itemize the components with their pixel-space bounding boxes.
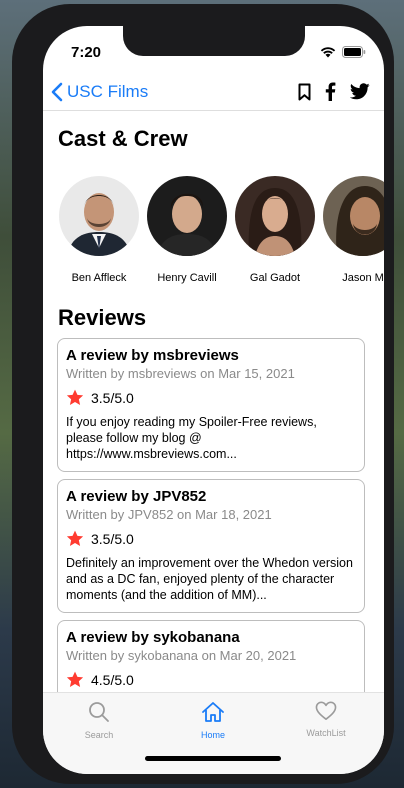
tab-watchlist[interactable]: WatchList — [286, 701, 366, 738]
rating-value: 3.5/5.0 — [91, 530, 134, 547]
avatar — [235, 176, 315, 256]
back-button[interactable]: USC Films — [51, 82, 148, 102]
cast-name: Henry Cavill — [157, 272, 217, 284]
heart-icon — [315, 701, 337, 720]
review-body: If you enjoy reading my Spoiler-Free rev… — [66, 415, 317, 461]
star-icon — [66, 671, 84, 687]
rating-value: 3.5/5.0 — [91, 389, 134, 406]
status-icons — [320, 46, 366, 58]
nav-actions — [298, 82, 370, 101]
review-title: A review by msbreviews — [66, 347, 239, 364]
review-title: A review by sykobanana — [66, 629, 240, 646]
tab-label: WatchList — [306, 728, 346, 738]
cast-carousel[interactable]: Ben Affleck Henry Cavill Gal Gadot Jason… — [58, 176, 384, 296]
house-icon — [202, 702, 224, 722]
rating-row: 3.5/5.0 — [66, 389, 356, 406]
review-card[interactable]: A review by msbreviews Written by msbrev… — [57, 338, 365, 472]
rating-row: 3.5/5.0 — [66, 530, 356, 547]
tab-label: Home — [200, 730, 225, 740]
review-subtitle: Written by JPV852 on Mar 18, 2021 — [66, 507, 272, 522]
cast-name: Jason M — [342, 272, 384, 284]
cast-member-jason-m[interactable]: Jason M — [322, 176, 384, 284]
notch — [123, 26, 305, 56]
avatar — [147, 176, 227, 256]
battery-icon — [342, 46, 366, 58]
star-icon — [66, 389, 84, 405]
phone-frame: 7:20 USC Films Cast & Crew Ben Affleck H… — [12, 4, 394, 784]
review-card[interactable]: A review by sykobanana Written by sykoba… — [57, 620, 365, 692]
review-subtitle: Written by sykobanana on Mar 20, 2021 — [66, 648, 297, 663]
review-subtitle: Written by msbreviews on Mar 15, 2021 — [66, 366, 295, 381]
rating-row: 4.5/5.0 — [66, 671, 356, 688]
wifi-icon — [320, 47, 336, 58]
tab-home[interactable]: Home — [173, 701, 253, 740]
avatar — [59, 176, 139, 256]
bookmark-icon[interactable] — [298, 83, 311, 101]
cast-member-henry-cavill[interactable]: Henry Cavill — [146, 176, 228, 284]
cast-member-ben-affleck[interactable]: Ben Affleck — [58, 176, 140, 284]
status-time: 7:20 — [71, 44, 102, 61]
tab-search[interactable]: Search — [59, 701, 139, 740]
cast-name: Gal Gadot — [249, 272, 301, 284]
review-title: A review by JPV852 — [66, 488, 207, 505]
cast-section-title: Cast & Crew — [58, 126, 188, 151]
review-body: Definitely an improvement over the Whedo… — [66, 556, 353, 602]
review-card[interactable]: A review by JPV852 Written by JPV852 on … — [57, 479, 365, 613]
avatar — [323, 176, 384, 256]
detail-content[interactable]: Cast & Crew Ben Affleck Henry Cavill Gal… — [43, 112, 384, 692]
twitter-icon[interactable] — [350, 83, 370, 100]
cast-member-gal-gadot[interactable]: Gal Gadot — [234, 176, 316, 284]
tab-bar: Search Home WatchList — [43, 692, 384, 774]
magnifier-icon — [89, 702, 109, 722]
cast-name: Ben Affleck — [71, 272, 127, 284]
back-label: USC Films — [67, 82, 149, 101]
nav-divider — [43, 110, 384, 111]
phone-screen: 7:20 USC Films Cast & Crew Ben Affleck H… — [43, 26, 384, 774]
reviews-section-title: Reviews — [58, 305, 147, 330]
facebook-icon[interactable] — [325, 82, 336, 101]
rating-value: 4.5/5.0 — [91, 671, 134, 688]
navigation-bar: USC Films — [43, 76, 384, 112]
chevron-left-icon — [51, 82, 63, 102]
star-icon — [66, 530, 84, 546]
home-indicator — [145, 756, 281, 761]
tab-label: Search — [84, 730, 114, 740]
